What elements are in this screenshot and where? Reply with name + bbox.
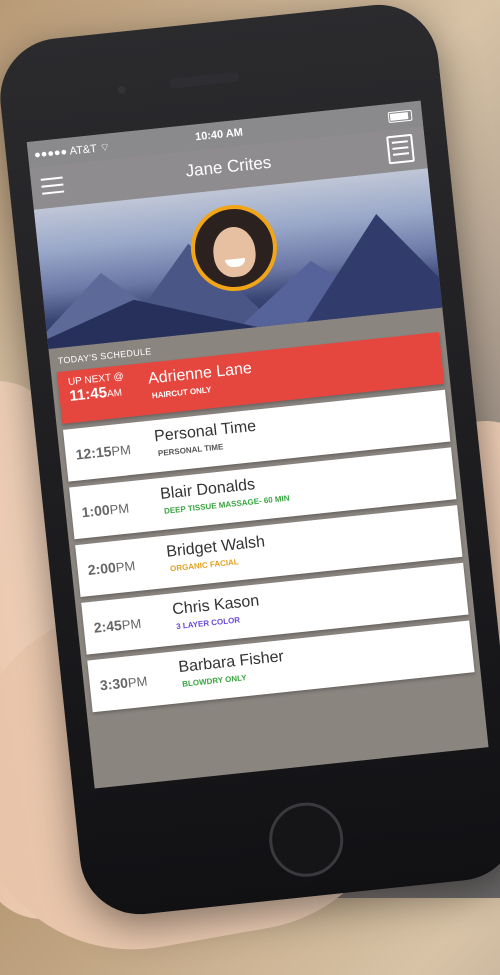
app-screen: ●●●●● AT&T ⌔ 10:40 AM Jane Crites TODAY'… [26, 100, 489, 789]
client-name: Chris Kason [171, 592, 261, 619]
phone-device: ●●●●● AT&T ⌔ 10:40 AM Jane Crites TODAY'… [0, 0, 500, 921]
client-name: Adrienne Lane [147, 359, 253, 388]
time-ampm: AM [106, 387, 123, 401]
calendar-icon[interactable] [386, 133, 415, 165]
time-ampm: PM [114, 558, 136, 576]
time-ampm: PM [110, 441, 132, 459]
time-value: 11:45 [68, 384, 108, 405]
time-value: 1:00 [80, 501, 111, 521]
camera-icon [117, 85, 127, 95]
service-label: HAIRCUT ONLY [151, 385, 212, 401]
carrier-label: ●●●●● AT&T ⌔ [33, 141, 111, 162]
client-name: Barbara Fisher [177, 648, 285, 677]
appointment-time: 2:45PM [93, 615, 142, 636]
appointment-list: UP NEXT @ 11:45AM Adrienne Lane HAIRCUT … [56, 332, 475, 718]
client-name: Personal Time [153, 417, 257, 446]
time-ampm: PM [108, 500, 130, 518]
time-value: 3:30 [99, 674, 129, 694]
appointment-time: UP NEXT @ 11:45AM [68, 371, 127, 405]
client-name: Bridget Walsh [165, 533, 266, 561]
home-button[interactable] [265, 799, 347, 881]
battery-icon [387, 109, 413, 124]
appointment-time: 1:00PM [81, 499, 130, 520]
earpiece-speaker [168, 71, 240, 89]
time-value: 12:15 [74, 442, 113, 463]
time-ampm: PM [127, 673, 149, 691]
appointment-time: 3:30PM [99, 672, 148, 693]
appointment-time: 2:00PM [87, 557, 136, 578]
clock: 10:40 AM [194, 126, 244, 144]
time-ampm: PM [121, 615, 142, 633]
time-value: 2:00 [86, 559, 117, 578]
appointment-time: 12:15PM [75, 441, 132, 463]
time-value: 2:45 [93, 616, 123, 636]
